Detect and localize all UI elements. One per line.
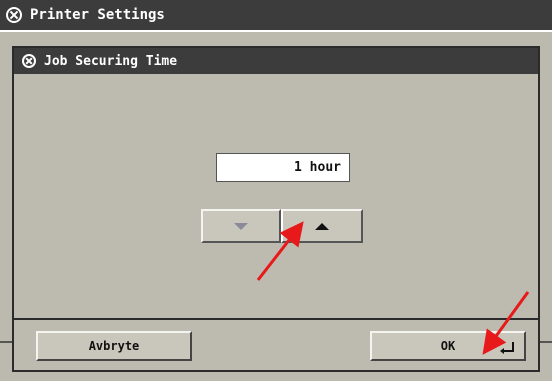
ok-button[interactable]: OK [370, 331, 526, 361]
dialog-content: 1 hour [14, 74, 538, 320]
enter-icon [500, 342, 514, 354]
time-value-display: 1 hour [216, 153, 350, 182]
dialog-title-bar: Job Securing Time [14, 48, 538, 74]
arrow-up-icon [315, 222, 329, 230]
window-title-bar: Printer Settings [0, 0, 552, 30]
settings-glyph-icon [6, 7, 22, 23]
dialog-title: Job Securing Time [44, 53, 178, 69]
ok-label: OK [440, 339, 456, 353]
cancel-label: Avbryte [88, 339, 140, 353]
time-value: 1 hour [294, 160, 341, 175]
settings-glyph-icon [22, 54, 36, 68]
job-securing-time-dialog: Job Securing Time 1 hour Avbryte OK [12, 46, 540, 372]
window-title: Printer Settings [30, 7, 165, 23]
cancel-button[interactable]: Avbryte [36, 331, 192, 361]
decrease-button[interactable] [201, 209, 281, 243]
increase-button[interactable] [281, 209, 363, 243]
arrow-down-icon [234, 222, 248, 230]
